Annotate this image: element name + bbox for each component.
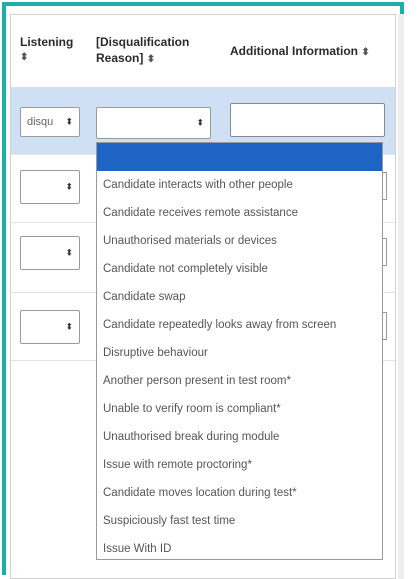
dropdown-option[interactable]: Suspiciously fast test time (97, 507, 382, 535)
header-disqualification-reason-label: [Disqualification Reason] (96, 35, 190, 65)
dropdown-option[interactable]: Candidate receives remote assistance (97, 199, 382, 227)
dropdown-option[interactable]: Unauthorised materials or devices (97, 227, 382, 255)
select-caret-icon: ⬍ (65, 321, 73, 332)
dropdown-option[interactable]: Candidate interacts with other people (97, 171, 382, 199)
listening-select-value: disqu (27, 116, 54, 128)
sort-icon[interactable]: ⬍ (361, 47, 369, 58)
dropdown-option[interactable]: Candidate moves location during test* (97, 479, 382, 507)
disqualification-reason-select[interactable]: ⬍ (96, 107, 211, 139)
header-disqualification-reason[interactable]: [Disqualification Reason] ⬍ (96, 34, 201, 68)
dropdown-option[interactable]: Disruptive behaviour (97, 339, 382, 367)
dropdown-option[interactable]: Candidate swap (97, 283, 382, 311)
header-listening[interactable]: Listening ⬍ (20, 34, 80, 66)
additional-information-input[interactable] (383, 312, 387, 340)
dropdown-option[interactable]: Unable to verify room is compliant* (97, 395, 382, 423)
right-edge-shade (398, 14, 404, 579)
additional-information-input[interactable] (383, 238, 387, 266)
listening-select[interactable]: ⬍ (20, 170, 80, 204)
additional-information-input[interactable] (230, 103, 385, 137)
sort-icon[interactable]: ⬍ (147, 54, 155, 65)
select-caret-icon: ⬍ (65, 116, 73, 127)
dropdown-option[interactable]: Unauthorised break during module (97, 423, 382, 451)
dropdown-option[interactable]: Another person present in test room* (97, 367, 382, 395)
dropdown-option[interactable]: Issue With ID (97, 535, 382, 559)
listening-select[interactable]: disqu ⬍ (20, 107, 80, 137)
listening-select[interactable]: ⬍ (20, 236, 80, 270)
select-caret-icon: ⬍ (65, 247, 73, 258)
header-additional-information-label: Additional Information (230, 44, 358, 58)
dropdown-option[interactable]: Issue with remote proctoring* (97, 451, 382, 479)
listening-select[interactable]: ⬍ (20, 310, 80, 344)
select-caret-icon: ⬍ (65, 181, 73, 192)
header-additional-information[interactable]: Additional Information ⬍ (230, 43, 400, 61)
additional-information-input[interactable] (383, 172, 387, 200)
select-caret-icon: ⬍ (196, 117, 204, 128)
dropdown-option[interactable]: Candidate not completely visible (97, 255, 382, 283)
header-listening-label: Listening (20, 35, 74, 49)
sort-icon[interactable]: ⬍ (20, 50, 80, 66)
disqualification-reason-dropdown[interactable]: Candidate interacts with other people Ca… (96, 142, 383, 560)
dropdown-option[interactable]: Candidate repeatedly looks away from scr… (97, 311, 382, 339)
dropdown-option-blank[interactable] (97, 143, 382, 171)
